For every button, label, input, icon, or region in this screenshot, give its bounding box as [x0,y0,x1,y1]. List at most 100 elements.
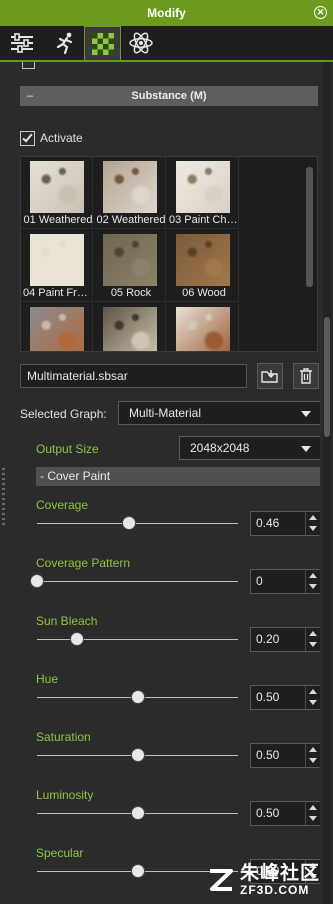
spin-arrows [305,686,320,709]
arrow-down-icon[interactable] [309,700,317,705]
material-thumbnail[interactable]: 03 Paint Chips [167,157,239,229]
chevron-down-icon [301,411,311,417]
arrow-up-icon[interactable] [309,515,317,520]
material-thumbnail[interactable]: 04 Paint Fresh [21,230,93,302]
material-thumbnail-grid: 01 Weathered 02 Weathered 03 Paint Chips 04… [20,156,318,352]
trash-icon [300,368,312,384]
watermark-subtitle: ZF3D.COM [240,882,310,897]
substance-section-header[interactable]: – Substance (M) [20,86,318,106]
coverage-pattern-spinbox[interactable]: 0 [250,569,320,594]
selected-graph-dropdown[interactable]: Multi-Material [118,401,320,425]
material-thumbnail[interactable]: 05 Rock [94,230,166,302]
output-size-label: Output Size [36,442,99,456]
coverage-spinbox[interactable]: 0.46 [250,511,320,536]
material-swatch [103,234,157,286]
coverage-pattern-slider-handle[interactable] [30,574,44,588]
material-thumbnail[interactable]: 09 Plaster [167,303,239,351]
arrow-down-icon[interactable] [309,758,317,763]
material-label: 01 Weathered [23,214,93,226]
hue-slider-handle[interactable] [130,690,145,704]
resize-grip[interactable] [2,468,5,526]
load-file-button[interactable] [257,363,283,389]
coverage-pattern-value[interactable]: 0 [256,570,263,593]
section-title: Substance (M) [131,90,207,102]
material-swatch [30,234,84,286]
hue-value[interactable]: 0.50 [256,686,279,709]
spin-arrows [305,512,320,535]
luminosity-label: Luminosity [36,788,94,802]
material-thumbnail[interactable]: 07 Rust [21,303,93,351]
output-size-dropdown[interactable]: 2048x2048 [179,436,320,460]
partial-checkbox[interactable] [22,62,35,69]
saturation-value[interactable]: 0.50 [256,744,279,767]
tab-physics[interactable] [122,26,159,60]
luminosity-spinbox[interactable]: 0.50 [250,801,320,826]
arrow-down-icon[interactable] [309,816,317,821]
tab-bar [0,26,333,62]
running-figure-icon [56,32,72,55]
specular-label: Specular [36,846,84,860]
hue-spinbox[interactable]: 0.50 [250,685,320,710]
substance-file-field[interactable]: Multimaterial.sbsar [20,364,247,388]
saturation-spinbox[interactable]: 0.50 [250,743,320,768]
delete-button[interactable] [293,363,319,389]
material-thumbnail[interactable]: 08 Stone [94,303,166,351]
specular-slider-handle[interactable] [130,864,145,878]
hue-label: Hue [36,672,59,686]
cover-paint-group-header[interactable]: - Cover Paint [36,467,320,486]
sun-bleach-value[interactable]: 0.20 [256,628,279,651]
scrollbar-thumb[interactable] [324,317,330,437]
activate-label: Activate [40,131,83,145]
luminosity-slider-handle[interactable] [130,806,145,820]
output-size-value: 2048x2048 [190,441,250,455]
arrow-up-icon[interactable] [309,747,317,752]
saturation-slider-handle[interactable] [130,748,145,762]
arrow-up-icon[interactable] [309,573,317,578]
chevron-down-icon [301,446,311,452]
arrow-down-icon[interactable] [309,642,317,647]
arrow-down-icon[interactable] [309,526,317,531]
close-icon[interactable]: ✕ [314,6,327,19]
grid-scrollbar[interactable] [306,167,313,287]
luminosity-value[interactable]: 0.50 [256,802,279,825]
coverage-pattern-slider-track[interactable] [37,581,238,582]
atom-icon [128,32,153,54]
tab-sliders[interactable] [3,26,40,60]
spin-arrows [305,628,320,651]
material-swatch [30,161,84,213]
material-swatch [176,234,230,286]
material-thumbnail[interactable]: 02 Weathered [94,157,166,229]
coverage-label: Coverage [36,498,89,512]
sun-bleach-slider-track[interactable] [37,639,238,640]
sun-bleach-label: Sun Bleach [36,614,98,628]
watermark-title: 朱峰社区 [240,862,321,884]
watermark: 朱峰社区 ZF3D.COM [206,858,330,902]
coverage-slider-handle[interactable] [122,516,137,530]
material-swatch [103,307,157,351]
coverage-slider-track[interactable] [37,523,238,524]
arrow-up-icon[interactable] [309,631,317,636]
material-swatch [30,307,84,351]
arrow-down-icon[interactable] [309,584,317,589]
material-label: 03 Paint Chips [169,214,239,226]
spin-arrows [305,802,320,825]
material-thumbnail[interactable]: 01 Weathered [21,157,93,229]
material-swatch [103,161,157,213]
sliders-icon [10,33,33,53]
spin-arrows [305,744,320,767]
activate-checkbox[interactable] [20,130,35,146]
material-label: 06 Wood [182,287,226,299]
activate-row[interactable]: Activate [20,129,83,147]
material-swatch [176,307,230,351]
arrow-up-icon[interactable] [309,689,317,694]
window-title: Modify [147,6,186,20]
tab-material[interactable] [84,26,121,60]
tab-motion[interactable] [46,26,83,60]
panel-scrollbar[interactable] [323,62,331,904]
material-thumbnail[interactable]: 06 Wood [167,230,239,302]
coverage-value[interactable]: 0.46 [256,512,279,535]
arrow-up-icon[interactable] [309,805,317,810]
modify-panel: – Substance (M) Activate 01 Weathered 02 … [10,62,320,904]
sun-bleach-slider-handle[interactable] [70,632,85,646]
sun-bleach-spinbox[interactable]: 0.20 [250,627,320,652]
